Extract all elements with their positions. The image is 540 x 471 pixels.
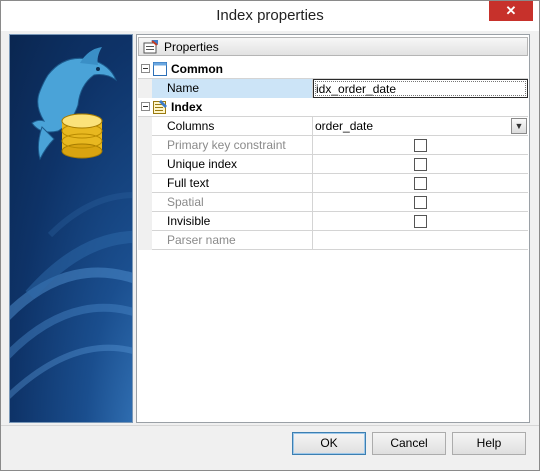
property-row-invisible[interactable]: Invisible xyxy=(138,212,528,231)
category-label-index: Index xyxy=(171,100,203,114)
property-row-parser-name: Parser name xyxy=(138,231,528,250)
category-label-common: Common xyxy=(171,62,223,76)
property-row-full-text[interactable]: Full text xyxy=(138,174,528,193)
title-bar[interactable]: Index properties ✕ xyxy=(1,1,539,31)
spatial-value xyxy=(313,193,528,212)
unique-index-checkbox[interactable] xyxy=(414,158,427,171)
cancel-button[interactable]: Cancel xyxy=(372,432,446,455)
collapse-common-toggle[interactable] xyxy=(141,64,150,73)
category-row-common[interactable]: Common xyxy=(138,60,528,79)
index-name-input[interactable]: idx_order_date xyxy=(313,79,528,98)
ok-button[interactable]: OK xyxy=(292,432,366,455)
dolphin-database-logo xyxy=(9,34,133,423)
index-properties-dialog: Index properties ✕ Properties Common Nam… xyxy=(0,0,540,471)
property-row-name[interactable]: Name idx_order_date xyxy=(138,79,528,98)
dolphin-database-illustration xyxy=(10,47,132,399)
row-gutter xyxy=(138,212,152,231)
unique-index-value[interactable] xyxy=(313,155,528,174)
help-button[interactable]: Help xyxy=(452,432,526,455)
row-gutter xyxy=(138,174,152,193)
primary-key-value xyxy=(313,136,528,155)
invisible-checkbox[interactable] xyxy=(414,215,427,228)
properties-header: Properties xyxy=(138,37,528,56)
close-button[interactable]: ✕ xyxy=(489,1,533,21)
chevron-down-icon[interactable]: ▼ xyxy=(511,118,527,134)
index-icon xyxy=(153,100,167,114)
property-row-primary-key: Primary key constraint xyxy=(138,136,528,155)
property-grid: Common Name idx_order_date Index Columns… xyxy=(138,60,528,250)
properties-icon xyxy=(143,40,158,54)
common-icon xyxy=(153,62,167,76)
property-row-columns[interactable]: Columns order_date ▼ xyxy=(138,117,528,136)
invisible-value[interactable] xyxy=(313,212,528,231)
columns-dropdown[interactable]: order_date ▼ xyxy=(313,117,528,136)
row-gutter xyxy=(138,155,152,174)
footer-divider xyxy=(1,425,539,426)
property-name-invisible[interactable]: Invisible xyxy=(152,212,313,231)
property-name-columns[interactable]: Columns xyxy=(152,117,313,136)
property-name-full-text[interactable]: Full text xyxy=(152,174,313,193)
window-title: Index properties xyxy=(216,7,324,24)
property-row-spatial: Spatial xyxy=(138,193,528,212)
property-name-name[interactable]: Name xyxy=(152,79,313,98)
category-row-index[interactable]: Index xyxy=(138,98,528,117)
row-gutter xyxy=(138,79,152,98)
property-name-primary-key: Primary key constraint xyxy=(152,136,313,155)
row-gutter xyxy=(138,136,152,155)
row-gutter xyxy=(138,231,152,250)
collapse-index-toggle[interactable] xyxy=(141,102,150,111)
properties-header-label: Properties xyxy=(164,40,219,54)
spatial-checkbox xyxy=(414,196,427,209)
row-gutter xyxy=(138,193,152,212)
property-name-unique-index[interactable]: Unique index xyxy=(152,155,313,174)
property-grid-panel: Properties Common Name idx_order_date In… xyxy=(136,34,530,423)
columns-value: order_date xyxy=(315,119,374,133)
full-text-checkbox[interactable] xyxy=(414,177,427,190)
parser-name-value xyxy=(313,231,528,250)
full-text-value[interactable] xyxy=(313,174,528,193)
property-name-parser-name: Parser name xyxy=(152,231,313,250)
primary-key-checkbox xyxy=(414,139,427,152)
row-gutter xyxy=(138,117,152,136)
property-row-unique-index[interactable]: Unique index xyxy=(138,155,528,174)
property-name-spatial: Spatial xyxy=(152,193,313,212)
